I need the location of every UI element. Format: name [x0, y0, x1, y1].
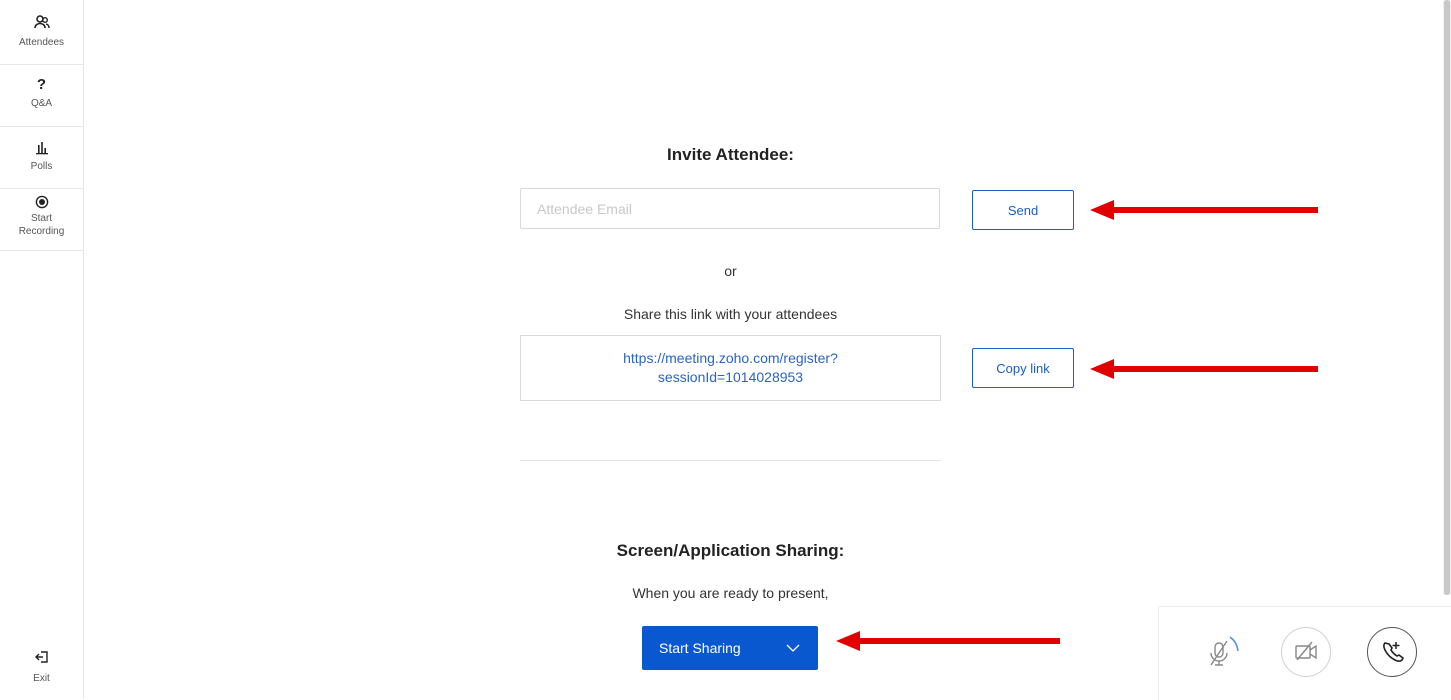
exit-label: Exit [33, 673, 50, 684]
video-off-icon [1295, 641, 1317, 661]
sidebar-item-label-line2: Recording [18, 226, 65, 237]
call-button[interactable] [1367, 627, 1417, 677]
annotation-arrow [836, 631, 1060, 651]
sharing-subtext: When you are ready to present, [632, 585, 829, 601]
mic-muted-icon [1210, 636, 1239, 666]
sidebar-item-label: Attendees [18, 37, 65, 48]
phone-call-icon [1383, 642, 1405, 662]
or-text: or [724, 263, 737, 279]
start-sharing-label: Start Sharing [659, 640, 741, 656]
exit-button[interactable]: Exit [0, 650, 83, 684]
copy-link-button[interactable]: Copy link [972, 348, 1074, 388]
attendee-email-input[interactable] [520, 188, 940, 229]
record-icon [35, 195, 48, 209]
annotation-arrow [1090, 359, 1318, 379]
scrollbar[interactable] [1443, 0, 1451, 595]
sidebar-item-qa[interactable]: ? Q&A [0, 64, 83, 127]
send-button[interactable]: Send [972, 190, 1074, 230]
session-link[interactable]: https://meeting.zoho.com/register?sessio… [581, 349, 881, 387]
polls-icon [35, 142, 48, 155]
share-link-text: Share this link with your attendees [623, 306, 838, 322]
video-toggle-button[interactable] [1281, 627, 1331, 677]
chevron-down-icon[interactable] [786, 641, 800, 655]
exit-icon [34, 651, 48, 663]
invite-heading: Invite Attendee: [667, 145, 794, 164]
annotation-arrow [1090, 200, 1318, 220]
sidebar-item-polls[interactable]: Polls [0, 126, 83, 189]
start-sharing-button[interactable]: Start Sharing [642, 626, 818, 670]
mic-toggle-button[interactable] [1194, 627, 1244, 677]
sidebar-item-attendees[interactable]: Attendees [0, 0, 83, 65]
sidebar-item-label: Polls [30, 161, 53, 172]
sidebar-item-start-recording[interactable]: Start Recording [0, 188, 83, 251]
sharing-heading: Screen/Application Sharing: [616, 541, 845, 560]
sidebar-item-label: Q&A [30, 98, 53, 109]
sidebar: Attendees ? Q&A Polls Start Recording Ex… [0, 0, 84, 699]
question-icon: ? [36, 76, 47, 93]
attendees-icon [33, 15, 50, 29]
session-link-box: https://meeting.zoho.com/register?sessio… [520, 335, 941, 401]
scrollbar-thumb[interactable] [1444, 0, 1450, 595]
sidebar-item-label-line1: Start [30, 213, 53, 224]
call-controls-panel [1158, 606, 1451, 700]
divider [520, 460, 941, 461]
